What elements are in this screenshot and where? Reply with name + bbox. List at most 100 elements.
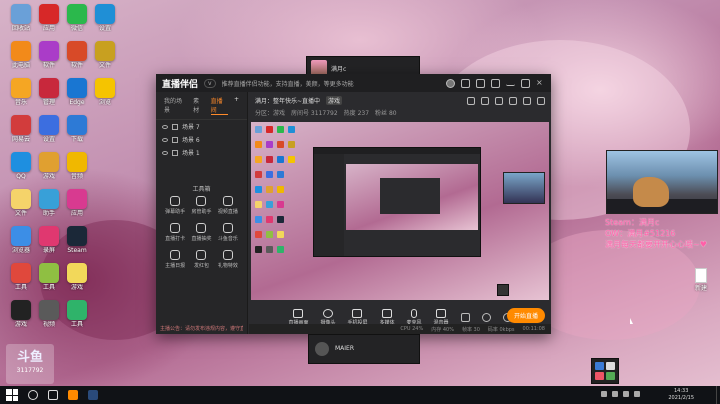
tool-button[interactable]: 斗鱼音乐 (215, 223, 241, 242)
media-button[interactable]: 多媒体 (380, 308, 395, 326)
room-tag[interactable]: 游戏 (326, 96, 343, 105)
preview-resize-handle[interactable] (497, 284, 509, 296)
tool-button[interactable]: 礼物特效 (215, 250, 241, 269)
microphone-button[interactable]: 麦克风 (407, 308, 422, 326)
scene-item[interactable]: 场景 6 (156, 133, 247, 146)
desktop-icon[interactable]: 应用 (62, 189, 92, 217)
tray-overflow-popup[interactable] (591, 358, 619, 384)
screenshot-icon[interactable] (481, 97, 489, 105)
video-icon[interactable] (460, 312, 470, 322)
tool-button[interactable]: 直播抽奖 (188, 223, 214, 242)
eye-icon[interactable] (162, 124, 168, 129)
desktop-icon[interactable]: 浏览 (90, 78, 120, 106)
tab-assets[interactable]: 素材 (193, 96, 205, 115)
preview-app-icon (255, 141, 262, 148)
chat-icon[interactable] (495, 97, 503, 105)
desktop-icon[interactable]: Edge (62, 78, 92, 106)
desktop-icon[interactable]: 音乐 (6, 78, 36, 106)
close-icon[interactable]: × (536, 78, 545, 88)
tool-button[interactable]: 直播打卡 (162, 223, 188, 242)
scene-label: 场景 1 (182, 150, 200, 157)
clock[interactable]: 14:33 2021/2/15 (668, 388, 694, 402)
tray-chevron-icon[interactable] (601, 391, 607, 397)
preview-nested-screen (346, 164, 478, 230)
desktop-icon[interactable]: 视频 (34, 300, 64, 328)
tool-button[interactable]: 主播日报 (162, 250, 188, 269)
phone-cast-button[interactable]: 手机投屏 (347, 308, 368, 326)
taskbar-app-steam[interactable] (88, 390, 98, 400)
scene-item[interactable]: 场景 1 (156, 146, 247, 159)
show-desktop-button[interactable] (716, 386, 720, 404)
start-button[interactable] (6, 389, 18, 401)
camera-feed[interactable] (606, 150, 718, 214)
desktop-icon[interactable]: 微信 (62, 4, 92, 32)
desktop-icon[interactable]: 工具 (62, 300, 92, 328)
desktop-icon[interactable]: 应用 (34, 4, 64, 32)
desktop-icon[interactable]: 管理 (34, 78, 64, 106)
desktop-icon[interactable]: 文件 (6, 189, 36, 217)
camera-button[interactable]: 摄像头 (320, 308, 335, 326)
desktop-icon[interactable]: 软件 (62, 41, 92, 69)
new-file-icon[interactable]: 新建 (690, 268, 712, 292)
home-icon[interactable] (523, 97, 531, 105)
task-view-icon[interactable] (48, 390, 58, 400)
mixer-button[interactable]: 混音器 (434, 308, 449, 326)
scene-item[interactable]: 场景 7 (156, 120, 247, 133)
share-icon[interactable] (537, 97, 545, 105)
desktop-icon[interactable]: 录屏 (34, 226, 64, 254)
user-avatar-icon[interactable] (446, 78, 455, 88)
tray-app-icon[interactable] (606, 372, 615, 380)
desktop-icon[interactable]: 浏览器 (6, 226, 36, 254)
desktop-icon[interactable]: 游戏 (6, 300, 36, 328)
desktop-icon[interactable]: 音频 (62, 152, 92, 180)
tool-button[interactable]: 视频直播 (215, 196, 241, 215)
desktop-icon[interactable]: 下载 (62, 115, 92, 143)
start-live-button[interactable]: 开始直播 (506, 308, 545, 323)
tool-button[interactable]: 发红包 (188, 250, 214, 269)
eye-icon[interactable] (162, 150, 168, 155)
network-icon[interactable] (612, 391, 618, 397)
desktop-icon[interactable]: 游戏 (62, 263, 92, 291)
desktop-icon[interactable]: 工具 (34, 263, 64, 291)
maximize-icon[interactable] (521, 78, 530, 88)
preview-app-icon (277, 216, 284, 223)
desktop-icon[interactable]: 回收站 (6, 4, 36, 32)
desktop-icon[interactable]: 设置 (90, 4, 120, 32)
bell-icon[interactable] (509, 97, 517, 105)
screen-capture-button[interactable]: 直播画面 (288, 308, 308, 326)
tab-room[interactable]: 直播间 (210, 96, 228, 115)
eye-icon[interactable] (481, 312, 491, 322)
desktop-icon[interactable]: 软件 (34, 41, 64, 69)
search-icon[interactable] (28, 390, 38, 400)
ime-icon[interactable] (634, 391, 640, 397)
tray-app-icon[interactable] (595, 362, 604, 370)
chat-popup-bottom[interactable]: MAIER (308, 334, 420, 364)
tray-app-icon[interactable] (595, 372, 604, 380)
desktop-icon[interactable]: QQ (6, 152, 36, 180)
record-icon[interactable] (467, 97, 475, 105)
desktop-icon[interactable]: 文件 (90, 41, 120, 69)
desktop-icon[interactable]: 助手 (34, 189, 64, 217)
tool-button[interactable]: 房管助手 (188, 196, 214, 215)
tab-scenes[interactable]: 我的场景 (164, 96, 187, 115)
volume-icon[interactable] (623, 391, 629, 397)
menu-icon[interactable] (491, 78, 500, 88)
preview-app-icon (255, 186, 262, 193)
desktop-icon[interactable]: 设置 (34, 115, 64, 143)
settings-icon[interactable] (461, 78, 470, 88)
tray-app-icon[interactable] (606, 362, 615, 370)
taskbar-app-live[interactable] (68, 390, 78, 400)
minimize-icon[interactable] (506, 81, 515, 86)
tool-button[interactable]: 弹幕助手 (162, 196, 188, 215)
skin-icon[interactable] (476, 78, 485, 88)
desktop-icon[interactable]: 网易云 (6, 115, 36, 143)
desktop-icon[interactable]: 此电脑 (6, 41, 36, 69)
desktop-icon[interactable]: 游戏 (34, 152, 64, 180)
live-preview[interactable] (251, 122, 549, 300)
version-badge[interactable]: v (204, 78, 216, 88)
desktop-icon[interactable]: Steam (62, 226, 92, 254)
add-icon[interactable]: + (234, 96, 239, 115)
eye-icon[interactable] (162, 137, 168, 142)
desktop-icon-label: 软件 (42, 62, 55, 69)
desktop-icon[interactable]: 工具 (6, 263, 36, 291)
